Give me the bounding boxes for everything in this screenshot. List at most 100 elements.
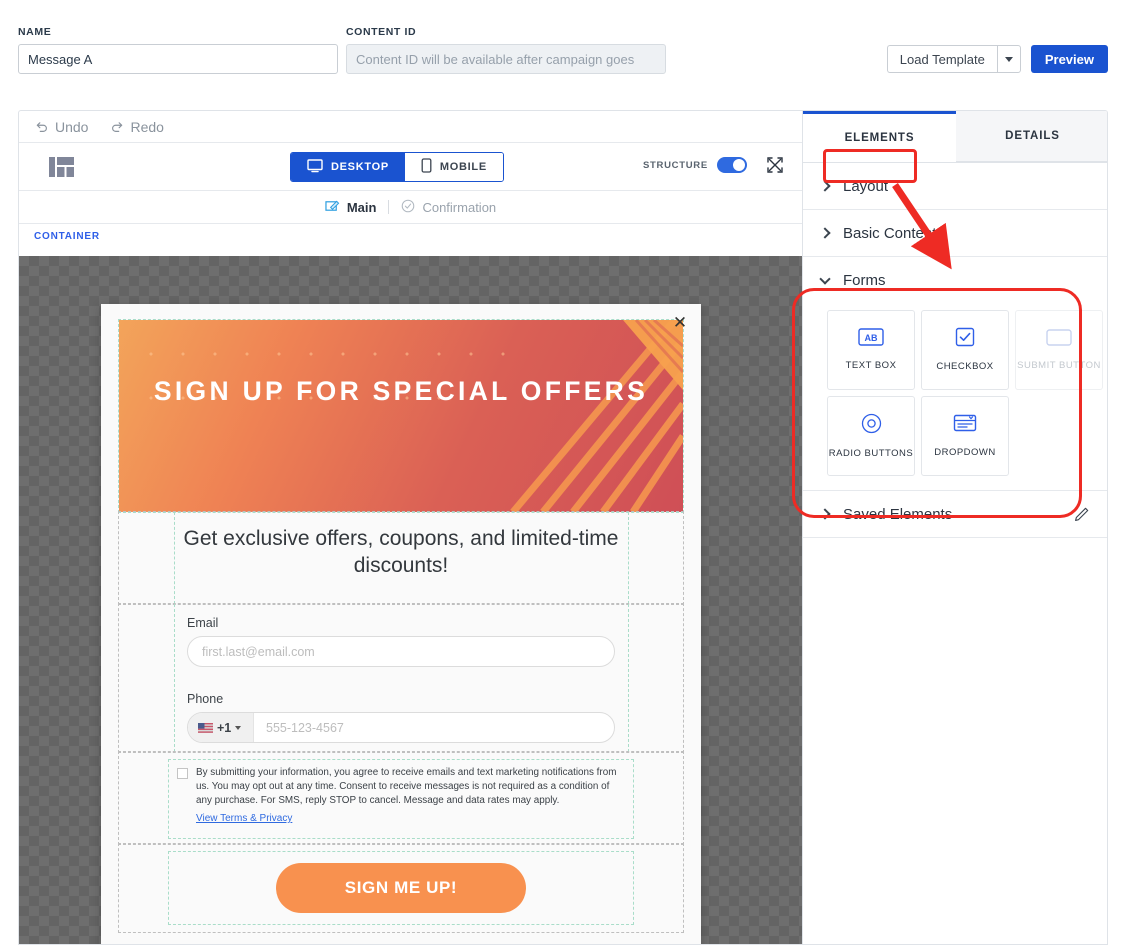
- hero-title: SIGN UP FOR SPECIAL OFFERS: [153, 376, 649, 406]
- ab-textbox-icon: AB: [858, 328, 884, 351]
- element-radio-buttons-label: RADIO BUTTONS: [828, 447, 914, 459]
- monitor-icon: [307, 158, 323, 176]
- button-icon: [1046, 328, 1072, 351]
- page-tab-confirmation[interactable]: Confirmation: [389, 199, 508, 216]
- editor-shell: Undo Redo DESKTOP MOBILE STRUCTURE Main …: [18, 110, 1108, 945]
- radio-button-icon: [861, 413, 882, 439]
- submit-block[interactable]: SIGN ME UP!: [118, 843, 684, 933]
- email-field-row: Email first.last@email.com: [187, 616, 615, 667]
- consent-checkbox[interactable]: [177, 768, 188, 779]
- top-bar: NAME Message A CONTENT ID Content ID wil…: [0, 0, 1126, 105]
- chevron-down-icon: [819, 272, 831, 285]
- device-desktop-label: DESKTOP: [331, 161, 389, 173]
- forms-element-grid: AB TEXT BOX CHECKBOX SUBMIT BUTTON RADIO…: [803, 304, 1107, 491]
- dropdown-icon: [953, 413, 977, 438]
- phone-label: Phone: [187, 692, 224, 706]
- undo-label: Undo: [55, 118, 89, 135]
- accordion-saved-elements[interactable]: Saved Elements: [803, 491, 1107, 538]
- consent-block[interactable]: By submitting your information, you agre…: [118, 751, 684, 845]
- accordion-basic-content-label: Basic Content: [843, 224, 937, 242]
- element-submit-button: SUBMIT BUTTON: [1015, 310, 1103, 390]
- accordion-saved-elements-label: Saved Elements: [843, 505, 953, 523]
- element-dropdown[interactable]: DROPDOWN: [921, 396, 1009, 476]
- structure-label: STRUCTURE: [643, 159, 708, 171]
- accordion-basic-content[interactable]: Basic Content: [803, 210, 1107, 257]
- pencil-icon[interactable]: [1074, 505, 1091, 526]
- redo-label: Redo: [130, 118, 164, 135]
- page-tab-confirmation-label: Confirmation: [422, 199, 497, 215]
- popup-preview: ✕ SIGN UP FOR SPECIAL OFFERS Get exclusi…: [101, 304, 701, 944]
- element-submit-button-label: SUBMIT BUTTON: [1017, 359, 1101, 371]
- element-radio-buttons[interactable]: RADIO BUTTONS: [827, 396, 915, 476]
- structure-toggle[interactable]: [716, 157, 747, 173]
- design-canvas[interactable]: ✕ SIGN UP FOR SPECIAL OFFERS Get exclusi…: [19, 256, 802, 944]
- us-flag-icon: [198, 722, 213, 733]
- load-template-button[interactable]: Load Template: [886, 45, 997, 73]
- page-tabs: Main Confirmation: [19, 191, 802, 224]
- tab-elements[interactable]: ELEMENTS: [803, 111, 956, 162]
- right-panel: ELEMENTS DETAILS Layout Basic Content Fo…: [803, 111, 1107, 944]
- top-actions: Load Template Preview: [886, 45, 1108, 73]
- phone-number-input[interactable]: 555-123-4567: [254, 721, 344, 735]
- name-field-group: NAME Message A: [18, 26, 338, 74]
- chevron-down-icon: [235, 725, 242, 730]
- redo-arrow-icon: [110, 120, 124, 134]
- checkbox-icon: [955, 327, 975, 352]
- chevron-right-icon: [819, 508, 831, 520]
- hero-banner[interactable]: SIGN UP FOR SPECIAL OFFERS: [118, 319, 684, 513]
- preview-button[interactable]: Preview: [1030, 45, 1108, 73]
- element-dropdown-label: DROPDOWN: [934, 447, 996, 459]
- svg-text:AB: AB: [865, 333, 878, 343]
- content-id-field-group: CONTENT ID Content ID will be available …: [346, 26, 666, 74]
- email-input[interactable]: first.last@email.com: [187, 636, 615, 667]
- name-label: NAME: [18, 26, 52, 38]
- expand-fullscreen-icon[interactable]: [766, 156, 784, 179]
- device-toggle-group[interactable]: DESKTOP MOBILE: [290, 152, 504, 182]
- check-circle-icon: [401, 199, 415, 216]
- redo-button[interactable]: Redo: [110, 118, 164, 135]
- toggle-knob: [732, 159, 745, 171]
- content-id-input: Content ID will be available after campa…: [346, 44, 666, 74]
- chevron-right-icon: [819, 227, 831, 239]
- chevron-down-icon: [1004, 56, 1013, 62]
- country-code-value: +1: [217, 720, 232, 735]
- device-desktop-button[interactable]: DESKTOP: [291, 153, 405, 181]
- accordion-forms[interactable]: Forms: [803, 257, 1107, 304]
- sign-me-up-button[interactable]: SIGN ME UP!: [276, 863, 526, 913]
- terms-privacy-link[interactable]: View Terms & Privacy: [196, 813, 292, 824]
- right-panel-tabs: ELEMENTS DETAILS: [803, 111, 1107, 163]
- hero-ray-pattern: [510, 320, 683, 512]
- accordion-layout-label: Layout: [843, 177, 889, 195]
- accordion-forms-label: Forms: [843, 272, 886, 289]
- undo-arrow-icon: [35, 120, 49, 134]
- element-text-box-label: TEXT BOX: [845, 360, 897, 372]
- device-mobile-button[interactable]: MOBILE: [404, 153, 503, 181]
- close-icon[interactable]: ✕: [669, 312, 691, 334]
- form-fields-block[interactable]: Email first.last@email.com Phone +1 555-…: [118, 603, 684, 753]
- device-mobile-label: MOBILE: [439, 161, 487, 173]
- headline-text: Get exclusive offers, coupons, and limit…: [183, 527, 619, 577]
- name-input[interactable]: Message A: [18, 44, 338, 74]
- accordion-layout[interactable]: Layout: [803, 163, 1107, 210]
- element-checkbox[interactable]: CHECKBOX: [921, 310, 1009, 390]
- email-label: Email: [187, 616, 219, 630]
- phone-input-group[interactable]: +1 555-123-4567: [187, 712, 615, 743]
- load-template-split-button[interactable]: Load Template: [886, 45, 1021, 73]
- page-tab-main-label: Main: [346, 199, 377, 215]
- phone-field-row: Phone +1 555-123-4567: [187, 692, 615, 743]
- tab-details[interactable]: DETAILS: [956, 111, 1107, 162]
- consent-text: By submitting your information, you agre…: [196, 767, 617, 807]
- undo-button[interactable]: Undo: [35, 119, 88, 135]
- headline-block[interactable]: Get exclusive offers, coupons, and limit…: [118, 511, 684, 605]
- country-code-selector[interactable]: +1: [188, 713, 254, 742]
- layout-grid-icon[interactable]: [49, 157, 74, 182]
- phone-icon: [421, 158, 432, 176]
- edit-page-icon: [325, 199, 340, 216]
- chevron-right-icon: [819, 180, 831, 192]
- element-text-box[interactable]: AB TEXT BOX: [827, 310, 915, 390]
- content-id-label: CONTENT ID: [346, 26, 417, 38]
- load-template-dropdown-toggle[interactable]: [996, 45, 1021, 73]
- element-checkbox-label: CHECKBOX: [936, 361, 994, 373]
- structure-toggle-group[interactable]: STRUCTURE: [643, 157, 747, 173]
- page-tab-main[interactable]: Main: [313, 199, 389, 216]
